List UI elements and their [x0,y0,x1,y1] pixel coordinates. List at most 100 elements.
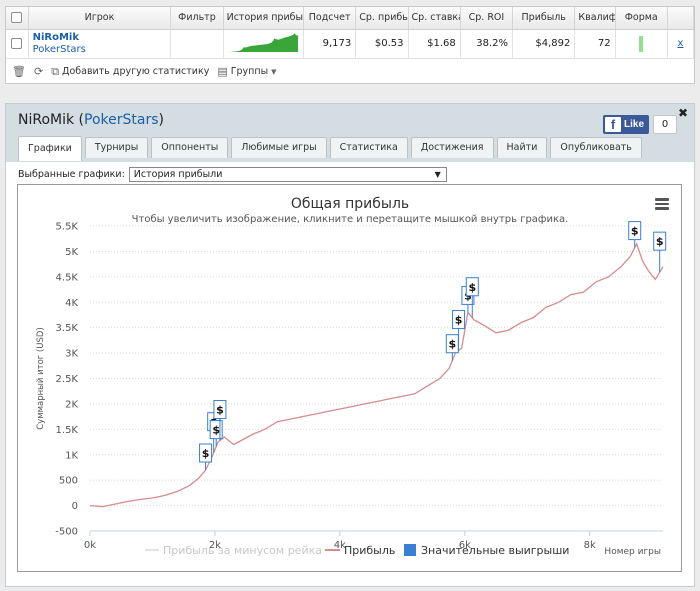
tab-find[interactable]: Найти [496,137,548,158]
y-tick-label: 4K [65,298,78,309]
chart-subtitle: Чтобы увеличить изображение, кликните и … [132,214,569,225]
y-tick-label: 1K [65,450,78,461]
dollar-marker-glyph: $ [656,235,664,248]
y-tick-label: 2K [65,399,78,410]
x-axis-label: Номер игры [604,547,661,557]
player-panel: NiRoMik (PokerStars) f Like 0 ✖ Графики … [5,103,695,587]
groups-label: Группы [230,66,269,77]
header-profit-history[interactable]: История прибыли [223,7,305,30]
like-label: Like [624,119,645,130]
y-tick-label: -500 [55,527,78,538]
stats-toolbar: 🗑 ⟳ ⧉ Добавить другую статистику ▤ Групп… [6,59,694,85]
chevron-down-icon: ▼ [271,67,277,76]
player-title: NiRoMik (PokerStars) [18,112,164,128]
select-all-header[interactable] [6,7,29,30]
menu-icon[interactable] [655,198,669,210]
table-row: NiRoMik PokerStars 9,173 $0.53 $1.68 38.… [6,29,695,59]
dollar-marker-glyph: $ [631,225,639,238]
stats-panel: Игрок Фильтр История прибыли Подсчет Ср.… [5,6,695,84]
chart-select-label: Выбранные графики: [18,169,125,180]
sparkline-area [228,33,299,52]
profit-sparkline-cell[interactable] [223,29,305,59]
legend-item-profit: Прибыль [344,544,395,557]
y-tick-label: 3.5K [56,323,79,334]
tab-favorite-games[interactable]: Любимые игры [231,137,327,158]
y-tick-label: 0 [72,501,78,512]
y-tick-label: 3K [65,349,78,360]
qualified-cell: 72 [574,29,616,59]
row-checkbox[interactable] [11,37,23,49]
tab-publish[interactable]: Опубликовать [550,137,642,158]
tab-statistics[interactable]: Статистика [329,137,408,158]
player-title-room[interactable]: PokerStars [84,112,159,128]
y-tick-label: 500 [59,476,78,487]
header-qualified[interactable]: Квалиф [574,7,616,30]
add-stat-button[interactable]: ⧉ Добавить другую статистику [51,65,209,79]
avg-roi-cell: 38.2% [460,29,514,59]
facebook-like-button[interactable]: f Like [603,115,649,134]
y-tick-label: 4.5K [56,272,79,283]
chart-select-value: История прибыли [133,169,223,180]
legend-item-rake: Прибыль за минусом рейка [163,544,322,557]
header-avg-stake[interactable]: Ср. ставка [408,7,461,30]
player-header: NiRoMik (PokerStars) f Like 0 ✖ Графики … [6,104,694,162]
header-form[interactable]: Форма [615,7,668,30]
tab-tournaments[interactable]: Турниры [84,137,149,158]
chart-title: Общая прибыль [291,196,409,212]
tab-achievements[interactable]: Достижения [410,137,494,158]
stats-table: Игрок Фильтр История прибыли Подсчет Ср.… [6,7,695,59]
header-remove [667,7,695,30]
form-bar [639,35,644,52]
tab-charts[interactable]: Графики [18,136,82,161]
chevron-down-icon: ▼ [434,170,441,179]
trash-icon[interactable]: 🗑 [12,65,26,78]
count-cell: 9,173 [303,29,357,59]
player-title-name: NiRoMik [18,112,75,128]
header-avg-profit[interactable]: Ср. прибыль [355,7,409,30]
chart-select-dropdown[interactable]: История прибыли ▼ [128,167,447,182]
y-axis-label: Суммарный итог (USD) [36,327,46,430]
groups-icon: ▤ [217,65,228,78]
form-cell [615,29,668,59]
groups-button[interactable]: ▤ Группы ▼ [217,65,276,78]
y-tick-label: 2.5K [56,374,79,385]
y-tick-label: 1.5K [56,425,79,436]
legend-item-wins: Значительные выигрыши [421,544,569,557]
avg-stake-cell: $1.68 [408,29,461,59]
profit-chart: Общая прибыль Чтобы увеличить изображение… [36,196,667,557]
header-count[interactable]: Подсчет [303,7,357,30]
avg-profit-cell: $0.53 [355,29,409,59]
header-avg-roi[interactable]: Ср. ROI [460,7,514,30]
like-count: 0 [653,115,677,134]
x-tick-label: 8k [584,540,596,551]
close-icon[interactable]: ✖ [678,106,688,120]
refresh-icon[interactable]: ⟳ [34,65,43,78]
dollar-marker-glyph: $ [216,404,224,417]
x-tick-label: 0k [84,540,96,551]
tab-opponents[interactable]: Оппоненты [151,137,229,158]
tab-bar: Графики Турниры Оппоненты Любимые игры С… [18,136,642,161]
facebook-icon: f [605,117,621,132]
profit-sparkline [228,33,299,52]
chart-container[interactable]: Общая прибыль Чтобы увеличить изображение… [17,184,682,572]
select-all-checkbox[interactable] [11,12,23,24]
dollar-marker-glyph: $ [468,281,476,294]
chart-select-row: Выбранные графики: История прибыли ▼ [18,167,447,182]
legend-symbol-wins [404,544,416,556]
header-filter[interactable]: Фильтр [170,7,224,30]
dollar-marker-glyph: $ [212,424,220,437]
remove-row-link[interactable]: x [677,38,683,49]
y-tick-label: 5.5K [56,222,79,233]
header-profit[interactable]: Прибыль [512,7,576,30]
add-stat-icon: ⧉ [51,64,60,78]
header-player[interactable]: Игрок [28,7,172,30]
player-name-link[interactable]: NiRoMik [33,32,167,44]
dollar-marker-glyph: $ [202,447,210,460]
filter-cell[interactable] [170,29,224,59]
profit-cell: $4,892 [512,29,576,59]
player-room-link[interactable]: PokerStars [33,44,167,56]
dollar-marker-glyph: $ [448,338,456,351]
add-stat-label: Добавить другую статистику [62,66,210,77]
dollar-marker-glyph: $ [455,314,463,327]
series-line-profit [89,242,664,508]
